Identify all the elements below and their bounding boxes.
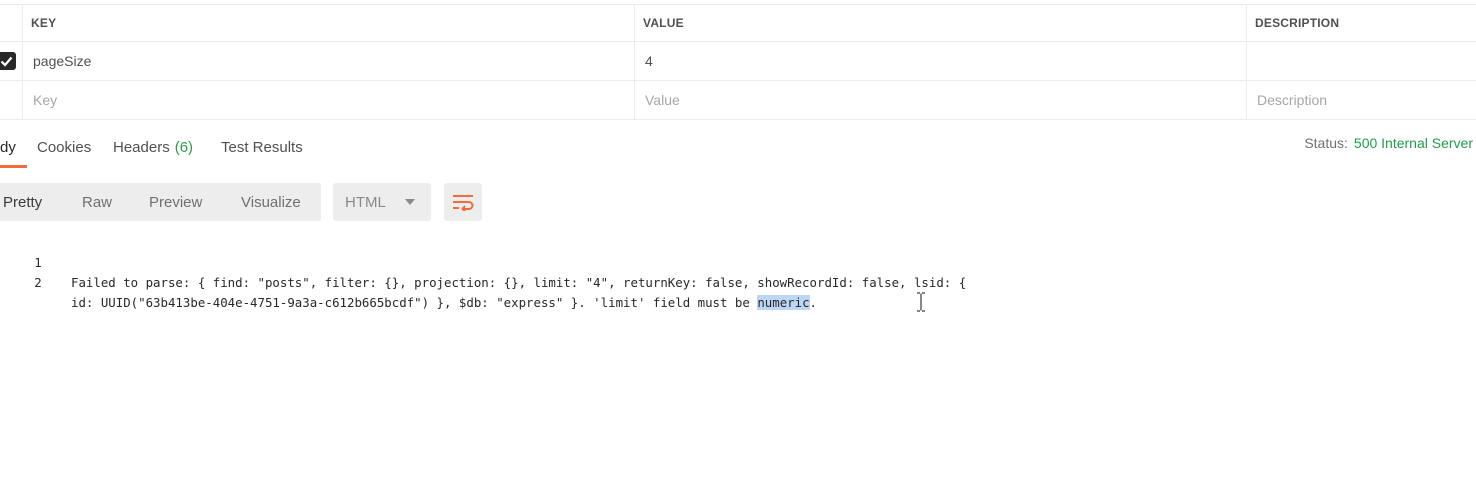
tab-cookies[interactable]: Cookies	[37, 129, 91, 165]
query-params-table: KEY VALUE DESCRIPTION pageSize 4 Key Val…	[0, 4, 1476, 120]
response-body-code[interactable]: 1 Failed to parse: { find: "posts", filt…	[0, 233, 1476, 310]
tab-test-results[interactable]: Test Results	[221, 129, 303, 165]
tab-cookies-label: Cookies	[37, 138, 92, 156]
line-text-after: .	[809, 295, 817, 310]
chevron-down-icon	[405, 199, 415, 205]
line-number: 2	[34, 275, 42, 290]
status-label: Status:	[1304, 135, 1348, 151]
param-enabled-checkbox[interactable]	[0, 52, 16, 70]
wrap-lines-icon	[453, 195, 474, 211]
code-line: 2 id: UUID("63b413be-404e-4751-9a3a-c612…	[0, 253, 1476, 310]
param-description-input[interactable]	[1246, 42, 1476, 80]
body-view-toolbar: Pretty Raw Preview Visualize HTML	[0, 183, 600, 221]
view-preview-button[interactable]: Preview	[149, 183, 202, 221]
param-value-input[interactable]: 4	[634, 42, 1246, 80]
tab-body[interactable]: dy	[0, 129, 16, 165]
code-line: 1 Failed to parse: { find: "posts", filt…	[0, 233, 1476, 290]
status-value[interactable]: 500 Internal Server	[1354, 135, 1473, 151]
format-select[interactable]: HTML	[333, 183, 431, 221]
tab-test-results-label: Test Results	[221, 138, 303, 156]
format-select-value: HTML	[345, 193, 386, 211]
key-column-header: KEY	[22, 5, 634, 41]
tab-body-label: dy	[0, 138, 16, 156]
active-tab-indicator	[0, 165, 27, 168]
value-column-header: VALUE	[634, 5, 1246, 41]
view-raw-button[interactable]: Raw	[82, 183, 112, 221]
response-tabs: dy Cookies Headers (6) Test Results Stat…	[0, 129, 1476, 169]
line-text-before: id: UUID("63b413be-404e-4751-9a3a-c612b6…	[71, 295, 758, 310]
new-key-input[interactable]: Key	[22, 81, 634, 119]
view-visualize-button[interactable]: Visualize	[241, 183, 301, 221]
tab-headers[interactable]: Headers (6)	[113, 129, 193, 165]
param-row: pageSize 4	[0, 42, 1476, 81]
text-cursor-icon	[915, 292, 927, 317]
view-pretty-button[interactable]: Pretty	[3, 183, 42, 221]
params-header-row: KEY VALUE DESCRIPTION	[0, 5, 1476, 42]
description-column-header: DESCRIPTION	[1246, 5, 1476, 41]
checkmark-icon	[0, 56, 13, 67]
line-text: id: UUID("63b413be-404e-4751-9a3a-c612b6…	[71, 293, 817, 313]
tab-headers-label: Headers	[113, 138, 170, 156]
selected-text: numeric	[757, 295, 810, 310]
response-status: Status: 500 Internal Server	[1304, 135, 1473, 151]
view-mode-group: Pretty Raw Preview Visualize	[0, 183, 321, 221]
line-text: Failed to parse: { find: "posts", filter…	[71, 275, 967, 290]
new-value-input[interactable]: Value	[634, 81, 1246, 119]
new-description-input[interactable]: Description	[1246, 81, 1476, 119]
param-key-input[interactable]: pageSize	[22, 42, 634, 80]
headers-count-badge: (6)	[174, 138, 194, 156]
wrap-lines-button[interactable]	[444, 183, 482, 221]
new-param-row: Key Value Description	[0, 81, 1476, 120]
